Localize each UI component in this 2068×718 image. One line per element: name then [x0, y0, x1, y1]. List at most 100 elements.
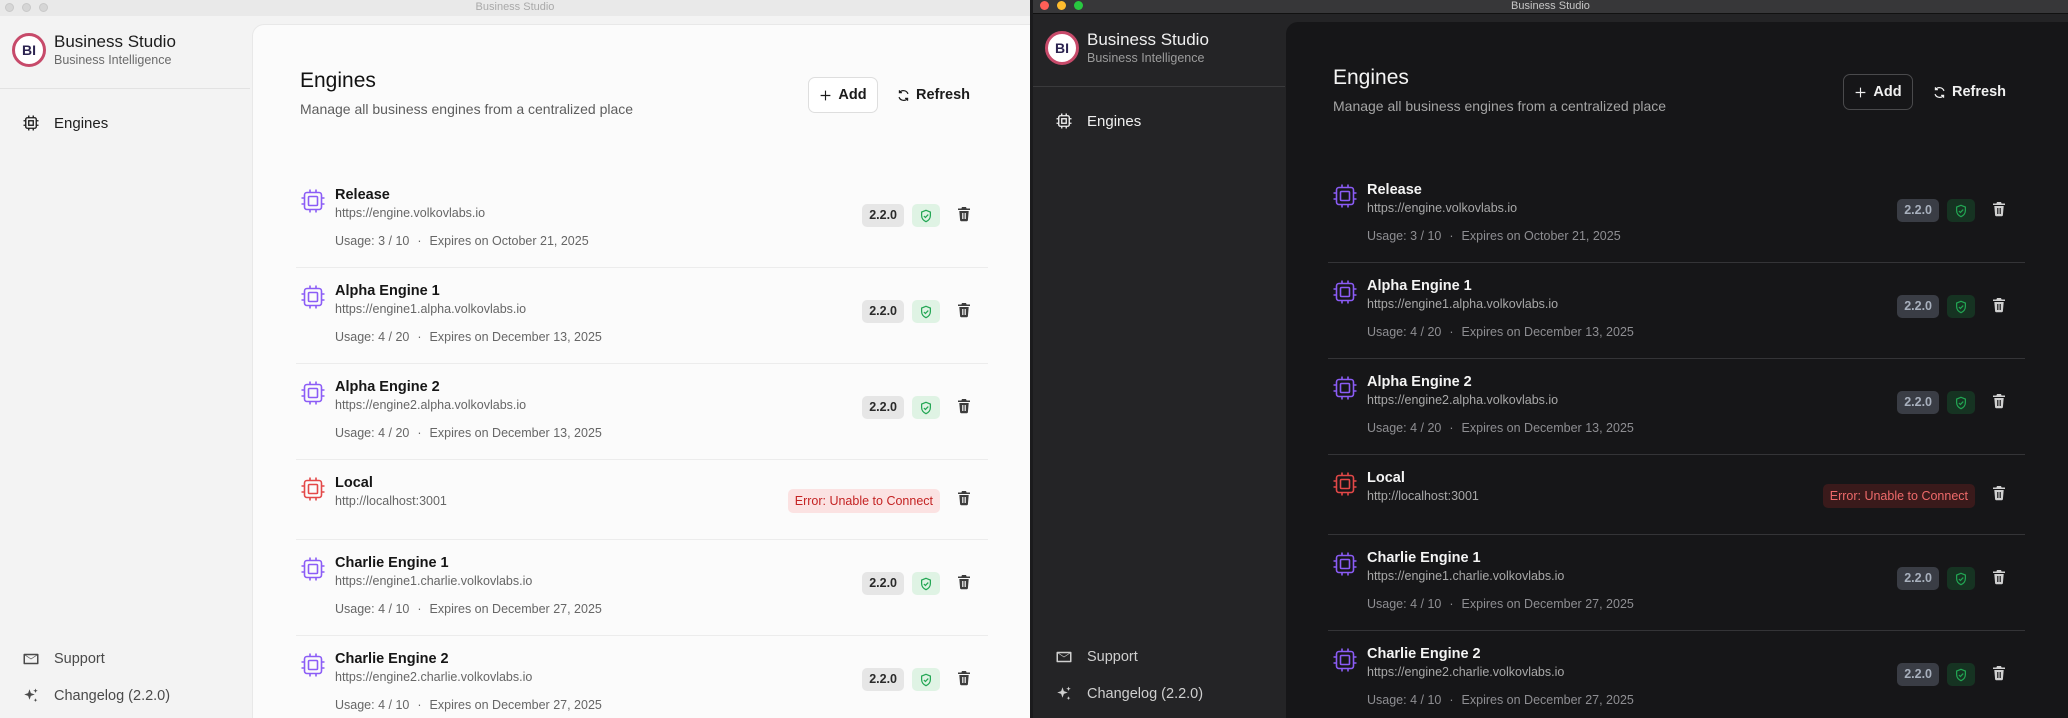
engine-meta: Usage: 4 / 20 · Expires on December 13, 20… — [335, 330, 602, 344]
delete-engine-button[interactable] — [956, 206, 972, 222]
version-badge: 2.2.0 — [862, 300, 904, 323]
engine-row[interactable]: Alpha Engine 2 https://engine2.alpha.volk… — [296, 364, 988, 460]
delete-engine-button[interactable] — [956, 398, 972, 414]
meta-separator: · — [417, 698, 422, 712]
brand-logo: BI — [12, 33, 46, 67]
brand-title: Business Studio — [1087, 30, 1209, 49]
minimize-window-button[interactable] — [22, 3, 31, 12]
refresh-button[interactable]: Refresh — [897, 77, 970, 113]
sidebar: BI Business Studio Business Intelligence… — [1033, 14, 1285, 718]
delete-engine-button[interactable] — [956, 574, 972, 590]
trash-icon — [1991, 394, 2007, 413]
delete-engine-button[interactable] — [956, 302, 972, 318]
sparkles-icon — [24, 688, 38, 702]
engine-usage: Usage: 4 / 10 — [335, 698, 410, 712]
shield-check-icon — [912, 204, 940, 227]
sidebar-changelog-link[interactable]: Changelog (2.2.0) — [22, 687, 170, 705]
cpu-icon — [1332, 375, 1358, 401]
plus-icon — [1856, 87, 1866, 97]
cpu-icon — [1332, 279, 1358, 305]
zoom-window-button[interactable] — [1074, 1, 1083, 10]
engine-expiry: Expires on December 27, 2025 — [1461, 597, 1634, 611]
trash-icon — [956, 575, 972, 594]
version-badge: 2.2.0 — [1897, 391, 1939, 414]
close-window-button[interactable] — [1040, 1, 1049, 10]
zoom-window-button[interactable] — [39, 3, 48, 12]
trash-icon — [1991, 298, 2007, 317]
engine-row[interactable]: Charlie Engine 1 https://engine1.charlie.… — [296, 540, 988, 636]
engine-row[interactable]: Charlie Engine 1 https://engine1.charlie.… — [1328, 535, 2025, 631]
dark-window: Business Studio BI Business Studio Busin… — [1033, 0, 2068, 718]
engine-meta: Usage: 4 / 10 · Expires on December 27, 20… — [1367, 693, 1634, 707]
version-badge: 2.2.0 — [862, 396, 904, 419]
sidebar-item-engines[interactable]: Engines — [22, 114, 108, 132]
sidebar-changelog-link[interactable]: Changelog (2.2.0) — [1055, 685, 1203, 703]
engine-row[interactable]: Local http://localhost:3001 Error: Unable … — [296, 460, 988, 540]
delete-engine-button[interactable] — [956, 490, 972, 506]
engine-meta: Usage: 4 / 10 · Expires on December 27, 20… — [335, 602, 602, 616]
shield-check-icon — [1947, 391, 1975, 414]
engine-expiry: Expires on December 13, 2025 — [429, 330, 602, 344]
version-badge: 2.2.0 — [1897, 663, 1939, 686]
meta-separator: · — [1449, 693, 1454, 707]
engine-meta: Usage: 3 / 10 · Expires on October 21, 202… — [335, 234, 589, 248]
delete-engine-button[interactable] — [1991, 485, 2007, 501]
shield-check-icon — [1947, 295, 1975, 318]
delete-engine-button[interactable] — [1991, 201, 2007, 217]
sidebar-item-label: Engines — [54, 114, 109, 132]
engine-name: Alpha Engine 1 — [335, 283, 440, 299]
trash-icon — [956, 491, 972, 510]
engine-meta: Usage: 4 / 20 · Expires on December 13, 20… — [1367, 325, 1634, 339]
sparkles-icon — [1057, 686, 1071, 700]
engine-usage: Usage: 4 / 10 — [1367, 597, 1442, 611]
refresh-label: Refresh — [1952, 84, 2006, 100]
sidebar-support-link[interactable]: Support — [22, 650, 105, 668]
engine-row[interactable]: Alpha Engine 1 https://engine1.alpha.volk… — [1328, 263, 2025, 359]
close-window-button[interactable] — [5, 3, 14, 12]
refresh-icon — [898, 89, 909, 101]
version-badge: 2.2.0 — [862, 572, 904, 595]
sidebar-support-link[interactable]: Support — [1055, 648, 1138, 666]
refresh-button[interactable]: Refresh — [1933, 74, 2006, 110]
engine-row[interactable]: Local http://localhost:3001 Error: Unable … — [1328, 455, 2025, 535]
meta-separator: · — [417, 602, 422, 616]
trash-icon — [1991, 666, 2007, 685]
brand-subtitle: Business Intelligence — [1087, 51, 1205, 65]
delete-engine-button[interactable] — [1991, 393, 2007, 409]
engine-usage: Usage: 4 / 20 — [335, 330, 410, 344]
minimize-window-button[interactable] — [1057, 1, 1066, 10]
engine-row[interactable]: Release https://engine.volkovlabs.io Usage… — [1328, 167, 2025, 263]
engine-expiry: Expires on December 13, 2025 — [1461, 421, 1634, 435]
add-engine-button[interactable]: Add — [808, 77, 878, 113]
engine-url: https://engine.volkovlabs.io — [1367, 201, 1518, 215]
cpu-icon — [300, 188, 326, 214]
plus-icon — [821, 90, 831, 100]
engine-row[interactable]: Charlie Engine 2 https://engine2.charlie.… — [296, 636, 988, 718]
engine-usage: Usage: 3 / 10 — [335, 234, 410, 248]
cpu-icon — [300, 652, 326, 678]
engine-row[interactable]: Release https://engine.volkovlabs.io Usage… — [296, 172, 988, 268]
window-titlebar: Business Studio — [1033, 0, 2068, 14]
engine-meta: Usage: 4 / 20 · Expires on December 13, 20… — [1367, 421, 1634, 435]
engine-row[interactable]: Charlie Engine 2 https://engine2.charlie.… — [1328, 631, 2025, 718]
engine-usage: Usage: 4 / 20 — [1367, 421, 1442, 435]
engine-expiry: Expires on December 13, 2025 — [1461, 325, 1634, 339]
delete-engine-button[interactable] — [1991, 569, 2007, 585]
delete-engine-button[interactable] — [956, 670, 972, 686]
cpu-icon — [1056, 113, 1072, 129]
engine-name: Release — [1367, 182, 1422, 198]
engine-name: Charlie Engine 1 — [1367, 550, 1481, 566]
delete-engine-button[interactable] — [1991, 665, 2007, 681]
engine-row[interactable]: Alpha Engine 2 https://engine2.alpha.volk… — [1328, 359, 2025, 455]
engine-usage: Usage: 4 / 10 — [335, 602, 410, 616]
sidebar-item-engines[interactable]: Engines — [1055, 112, 1141, 130]
add-engine-button[interactable]: Add — [1843, 74, 1913, 110]
delete-engine-button[interactable] — [1991, 297, 2007, 313]
engine-name: Alpha Engine 2 — [1367, 374, 1472, 390]
mail-icon — [1056, 651, 1072, 663]
engine-expiry: Expires on December 27, 2025 — [1461, 693, 1634, 707]
cpu-error-icon — [1332, 471, 1358, 497]
engine-row[interactable]: Alpha Engine 1 https://engine1.alpha.volk… — [296, 268, 988, 364]
cpu-icon — [1332, 183, 1358, 209]
engine-url: http://localhost:3001 — [1367, 489, 1479, 503]
